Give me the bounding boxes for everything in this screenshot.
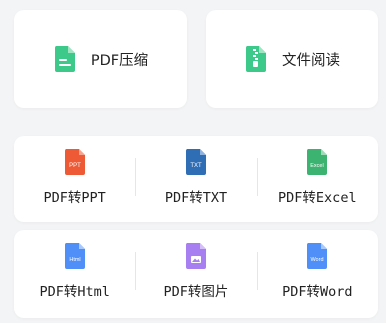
txt-file-icon: TXT (185, 149, 206, 175)
word-file-icon: Word (307, 243, 328, 269)
convert-row-1: PPT PDF转PPT TXT PDF转TXT Excel PDF转Excel (14, 136, 378, 222)
excel-icon-text: Excel (311, 163, 324, 169)
word-icon-text: Word (311, 257, 324, 263)
txt-icon-text: TXT (190, 163, 202, 169)
file-read-card[interactable]: 文件阅读 (206, 10, 378, 108)
html-icon-text: Html (69, 257, 80, 263)
pdf-to-word-label: PDF转Word (282, 284, 353, 300)
ppt-icon-text: PPT (69, 163, 81, 169)
pdf-to-ppt-button[interactable]: PPT PDF转PPT (14, 136, 135, 222)
pdf-to-html-button[interactable]: Html PDF转Html (14, 230, 135, 318)
pdf-compress-icon (54, 46, 75, 72)
pdf-to-image-label: PDF转图片 (163, 284, 229, 300)
pdf-compress-card[interactable]: PDF压缩 (14, 10, 187, 108)
ppt-file-icon: PPT (64, 149, 85, 175)
file-read-icon (245, 46, 266, 72)
pdf-to-excel-label: PDF转Excel (278, 190, 357, 206)
excel-file-icon: Excel (307, 149, 328, 175)
html-file-icon: Html (64, 243, 85, 269)
pdf-to-txt-button[interactable]: TXT PDF转TXT (135, 136, 256, 222)
image-file-icon (185, 243, 206, 269)
pdf-to-txt-label: PDF转TXT (164, 190, 228, 206)
pdf-to-excel-button[interactable]: Excel PDF转Excel (256, 136, 378, 222)
pdf-to-image-button[interactable]: PDF转图片 (135, 230, 256, 318)
pdf-to-word-button[interactable]: Word PDF转Word (256, 230, 378, 318)
pdf-to-ppt-label: PDF转PPT (43, 190, 106, 206)
pdf-compress-label: PDF压缩 (90, 52, 149, 69)
pdf-to-html-label: PDF转Html (39, 284, 110, 300)
convert-row-2: Html PDF转Html PDF转图片 Word PDF转Word (14, 230, 378, 318)
file-read-label: 文件阅读 (282, 52, 340, 69)
